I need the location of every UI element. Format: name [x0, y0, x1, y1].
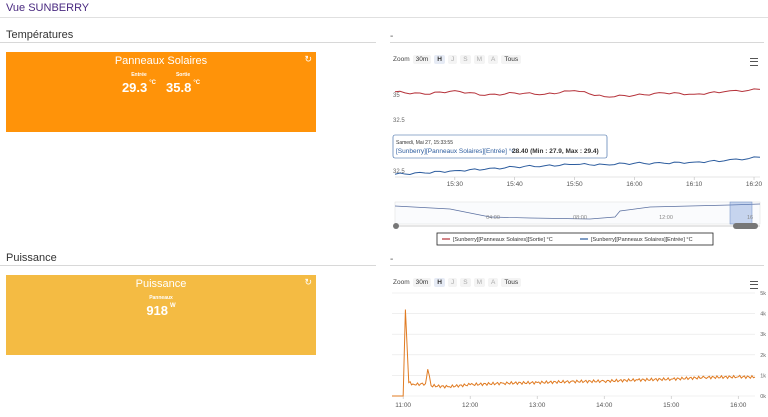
temp-zoom-bar: Zoom 30m H J S M A Tous: [393, 55, 522, 64]
zoom-button-h[interactable]: H: [434, 55, 445, 64]
zoom-label: Zoom: [393, 56, 410, 63]
refresh-icon[interactable]: ↻: [304, 277, 312, 288]
power-value: 918: [146, 303, 169, 318]
x-tick-label: 14:00: [596, 402, 613, 409]
y-tick-label: 2k: [760, 353, 766, 359]
zoom-button-s[interactable]: S: [460, 278, 471, 287]
series-line-0: [394, 88, 761, 98]
zoom-button-j[interactable]: J: [447, 55, 458, 64]
legend-label-0: [Sunberry][Panneaux Solaires][Sortie] °C: [453, 237, 553, 243]
section-dash: -: [390, 254, 394, 265]
page-title: Vue SUNBERRY: [6, 2, 90, 14]
chart-tooltip: Samedi, Mai 27, 15:33:55[Sunberry][Panne…: [392, 134, 608, 159]
legend-label-1: [Sunberry][Panneaux Solaires][Entrée] °C: [591, 237, 693, 243]
zoom-button-tous[interactable]: Tous: [501, 55, 522, 64]
inlet-unit: °C: [149, 80, 156, 86]
zoom-button-s[interactable]: S: [460, 55, 471, 64]
x-tick-label: 16:20: [746, 181, 763, 188]
temperature-chart: 15:30 15:40 15:50 16:00 16:10 16:203532.532.5…: [392, 88, 763, 246]
section-dash: -: [390, 31, 394, 42]
outlet-value: 35.8: [166, 80, 192, 95]
x-tick-label: 16:00: [730, 402, 747, 409]
x-tick-label: 15:30: [447, 181, 464, 188]
scrollbar-left-handle: [393, 223, 399, 229]
section-title-temperatures: Températures: [6, 29, 74, 41]
x-tick-label: 15:50: [566, 181, 583, 188]
x-tick-label: 15:40: [507, 181, 524, 188]
navigator-tick-label: 04:00: [486, 215, 500, 221]
section-divider: [390, 42, 764, 43]
section-title-power: Puissance: [6, 252, 57, 264]
x-tick-label: 16:00: [626, 181, 643, 188]
zoom-button-m[interactable]: M: [473, 278, 485, 287]
series-line-power: [392, 309, 756, 397]
outlet-reading: Sortie 35.8 °C: [166, 72, 200, 95]
inlet-label: Entrée: [131, 72, 147, 78]
widget-title: Panneaux Solaires: [114, 55, 208, 67]
y-tick-label: 3k: [760, 332, 766, 338]
tooltip-date: Samedi, Mai 27, 15:33:55: [396, 140, 453, 146]
x-tick-label: 16:10: [686, 181, 703, 188]
zoom-button-30m[interactable]: 30m: [412, 278, 432, 287]
y-tick-label: 5k: [760, 291, 766, 297]
inlet-value: 29.3: [121, 80, 148, 95]
zoom-button-j[interactable]: J: [447, 278, 458, 287]
section-divider: [0, 265, 376, 266]
zoom-label: Zoom: [393, 279, 410, 286]
section-divider: [390, 265, 764, 266]
power-widget: Puissance ↻ Panneaux 918 W: [6, 275, 316, 355]
inlet-reading: Entrée 29.3 °C: [122, 72, 156, 95]
power-label: Panneaux: [149, 295, 173, 301]
x-tick-label: 15:00: [663, 402, 680, 409]
power-chart: 0k 1k 2k 3k 4k 5k 11:00 12:00 13:00 14:00 15:00 16:…: [392, 291, 766, 409]
temperature-widget: Panneaux Solaires ↻ Entrée 29.3 °C Sortie…: [6, 52, 316, 132]
power-reading: Panneaux 918 W: [146, 295, 175, 318]
series-line-1: [394, 156, 761, 176]
zoom-button-tous[interactable]: Tous: [501, 278, 522, 287]
refresh-icon[interactable]: ↻: [304, 54, 312, 65]
power-unit: W: [170, 303, 176, 309]
x-tick-label: 11:00: [395, 402, 411, 409]
zoom-button-a[interactable]: A: [488, 55, 499, 64]
navigator-tick-label: 16: [747, 215, 753, 221]
y-tick-label: 0k: [760, 394, 766, 400]
navigator-tick-label: 08:00: [573, 215, 587, 221]
widget-title: Puissance: [135, 278, 187, 290]
outlet-label: Sortie: [175, 72, 191, 78]
header-divider: [0, 17, 768, 18]
zoom-button-30m[interactable]: 30m: [412, 55, 432, 64]
outlet-unit: °C: [193, 80, 201, 86]
tooltip-series: [Sunberry][Panneaux Solaires][Entrée] °C: [396, 147, 516, 155]
tooltip-value: 28.40 (Min : 27.9, Max : 29.4): [512, 148, 599, 155]
y-tick-label: 32.5: [393, 118, 405, 124]
section-divider: [0, 42, 376, 43]
zoom-button-h[interactable]: H: [434, 278, 445, 287]
x-tick-label: 12:00: [462, 402, 479, 409]
y-tick-label: 4k: [760, 312, 766, 318]
zoom-button-a[interactable]: A: [488, 278, 499, 287]
power-zoom-bar: Zoom 30m H J S M A Tous: [393, 278, 522, 287]
zoom-button-m[interactable]: M: [473, 55, 485, 64]
y-tick-label: 35: [393, 93, 400, 99]
y-tick-label: 1k: [760, 373, 766, 379]
scrollbar-thumb: [733, 223, 758, 229]
x-tick-label: 13:00: [529, 402, 546, 409]
navigator-tick-label: 12:00: [659, 215, 673, 221]
